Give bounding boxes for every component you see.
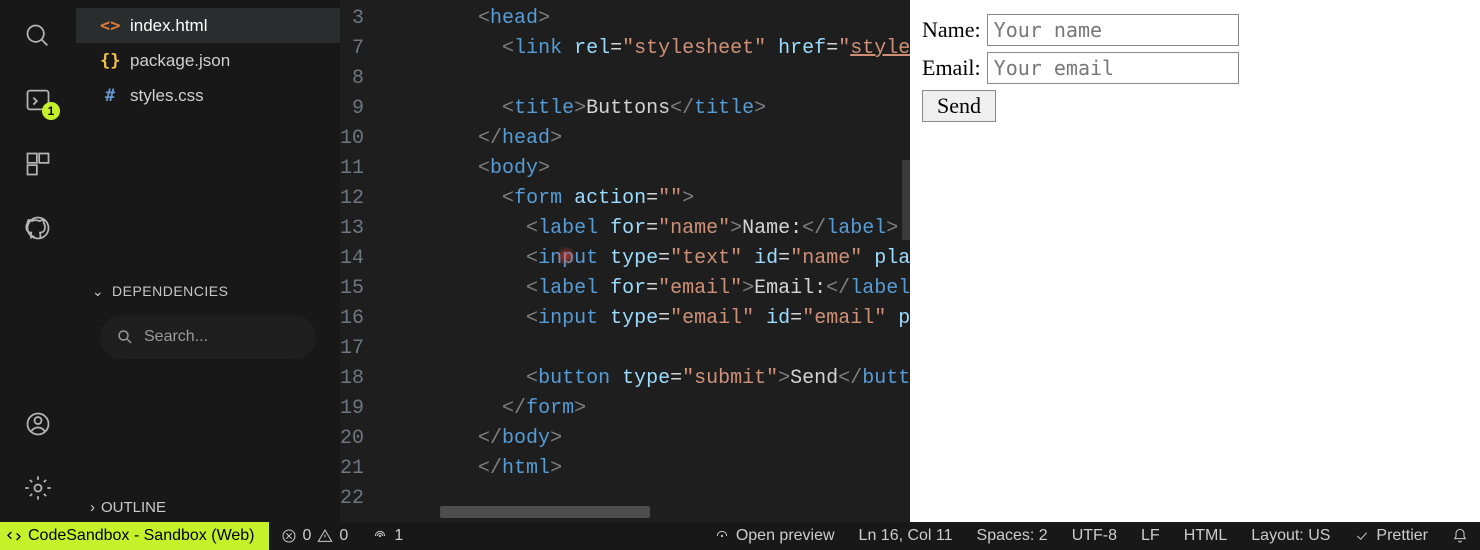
minimap-scroll[interactable]	[902, 160, 910, 240]
code-content[interactable]: <head> <link rel="stylesheet" href="styl…	[382, 4, 910, 514]
eol-indicator[interactable]: LF	[1129, 522, 1172, 550]
json-file-icon: {}	[100, 51, 120, 71]
email-input[interactable]	[987, 52, 1239, 84]
send-button[interactable]: Send	[922, 90, 996, 122]
outline-label: OUTLINE	[101, 499, 166, 516]
file-list: <> index.html {} package.json # styles.css	[76, 8, 340, 123]
remote-indicator[interactable]: CodeSandbox - Sandbox (Web)	[0, 522, 269, 550]
preview-pane: Name: Email: Send	[910, 0, 1480, 522]
name-label: Name:	[922, 17, 981, 43]
activity-bar: 1	[0, 0, 76, 522]
problems-indicator[interactable]: 0 0	[269, 522, 361, 550]
chevron-down-icon: ⌄	[90, 283, 106, 300]
dependency-search[interactable]: Search...	[100, 315, 316, 359]
remote-label: CodeSandbox - Sandbox (Web)	[28, 527, 255, 545]
explorer-sidebar: <> index.html {} package.json # styles.css ⌄ …	[76, 0, 340, 522]
search-icon[interactable]	[22, 20, 54, 52]
prettier-indicator[interactable]: Prettier	[1342, 522, 1440, 550]
encoding-indicator[interactable]: UTF-8	[1060, 522, 1129, 550]
gear-icon[interactable]	[22, 472, 54, 504]
html-file-icon: <>	[100, 16, 120, 36]
code-editor[interactable]: 378910111213141516171819202122 <head> <l…	[340, 0, 910, 522]
file-name: package.json	[130, 51, 230, 71]
language-indicator[interactable]: HTML	[1172, 522, 1240, 550]
extensions-icon[interactable]	[22, 148, 54, 180]
dependencies-section[interactable]: ⌄ DEPENDENCIES	[76, 273, 340, 309]
github-icon[interactable]	[22, 212, 54, 244]
dependencies-label: DEPENDENCIES	[112, 283, 228, 299]
accounts-icon[interactable]	[22, 408, 54, 440]
file-name: styles.css	[130, 86, 204, 106]
horizontal-scrollbar[interactable]	[440, 506, 900, 518]
email-label: Email:	[922, 55, 981, 81]
name-input[interactable]	[987, 14, 1239, 46]
line-gutter: 378910111213141516171819202122	[340, 4, 382, 514]
outline-section[interactable]: › OUTLINE	[76, 492, 340, 522]
activity-badge: 1	[42, 102, 60, 120]
file-item-package-json[interactable]: {} package.json	[76, 43, 340, 78]
file-item-styles-css[interactable]: # styles.css	[76, 78, 340, 113]
cursor-position[interactable]: Ln 16, Col 11	[847, 522, 965, 550]
open-preview-button[interactable]: Open preview	[702, 522, 847, 550]
layout-indicator[interactable]: Layout: US	[1239, 522, 1342, 550]
search-placeholder: Search...	[144, 328, 208, 346]
chevron-right-icon: ›	[90, 499, 95, 516]
search-icon	[116, 328, 134, 346]
run-debug-icon[interactable]: 1	[22, 84, 54, 116]
notifications-icon[interactable]	[1440, 522, 1480, 550]
file-item-index-html[interactable]: <> index.html	[76, 8, 340, 43]
css-file-icon: #	[100, 86, 120, 106]
file-name: index.html	[130, 16, 207, 36]
ports-indicator[interactable]: 1	[360, 522, 415, 550]
status-bar: CodeSandbox - Sandbox (Web) 0 0 1 Open p…	[0, 522, 1480, 550]
indent-indicator[interactable]: Spaces: 2	[965, 522, 1060, 550]
